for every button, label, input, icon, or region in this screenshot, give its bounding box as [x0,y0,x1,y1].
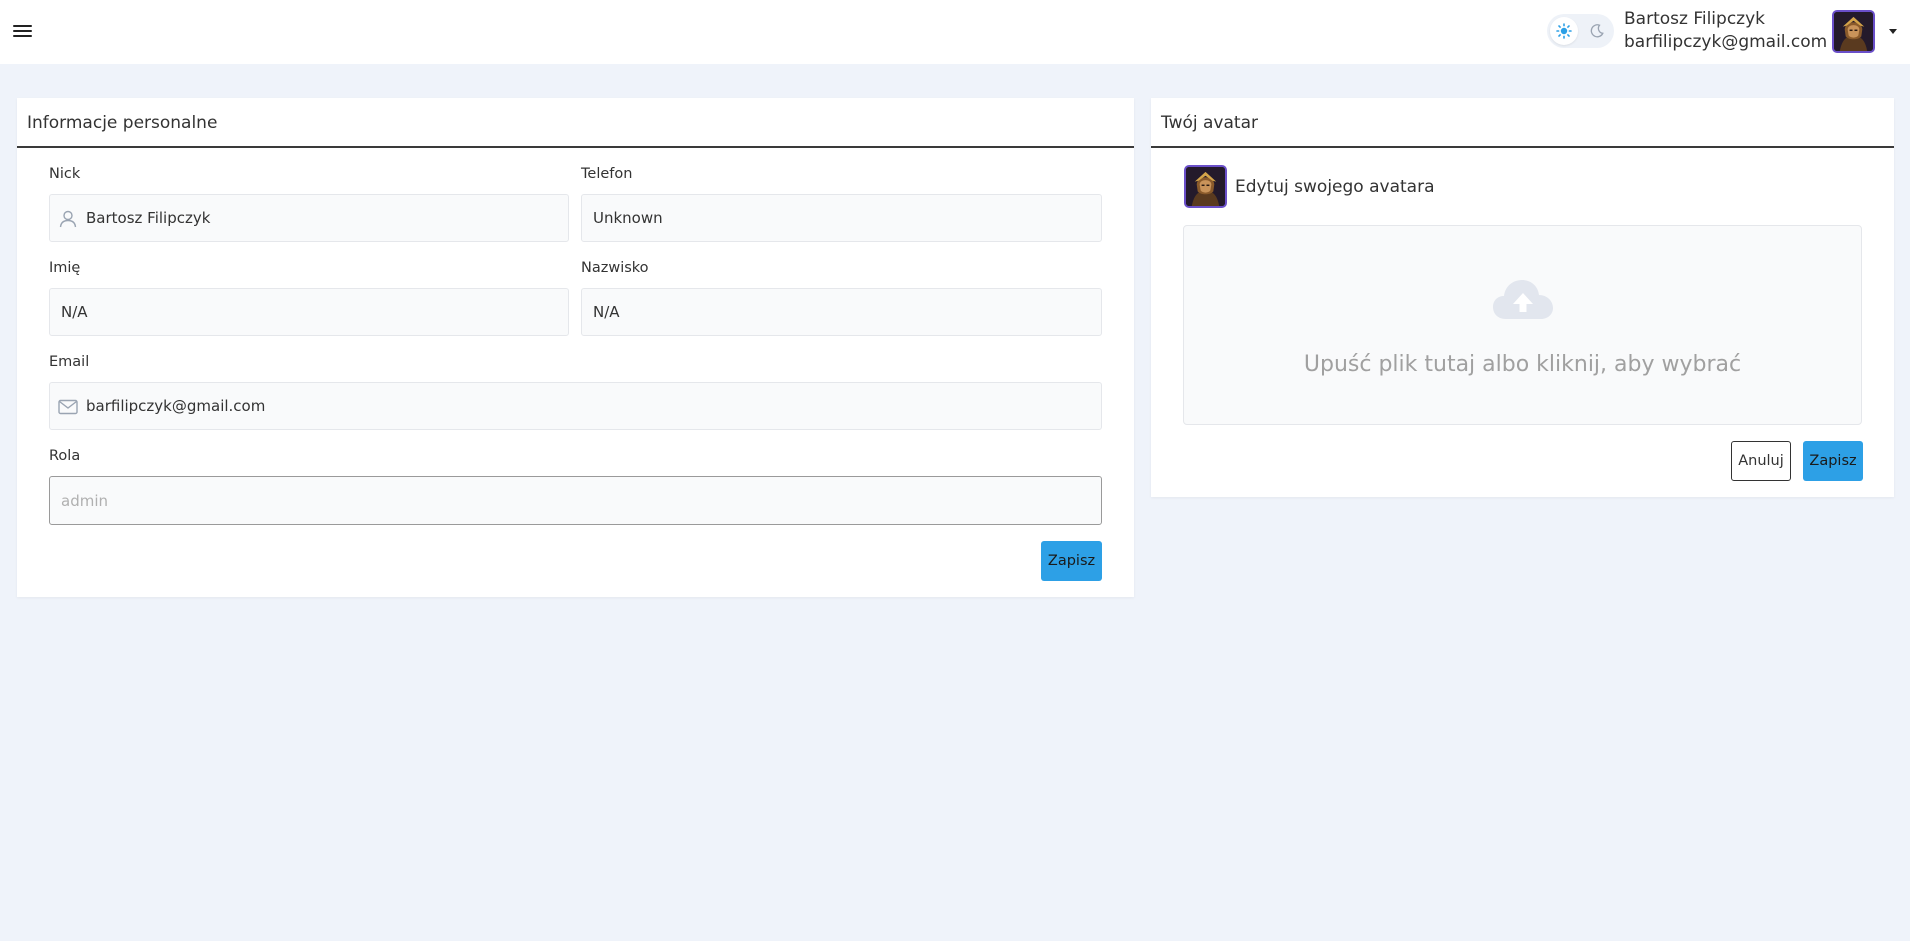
cloud-upload-icon [1493,280,1553,319]
nick-value: Bartosz Filipczyk [86,209,211,227]
envelope-icon [58,399,78,415]
first-name-value: N/A [61,303,88,321]
last-name-field[interactable]: N/A [581,288,1102,336]
avatar-dropzone[interactable]: Upuść plik tutaj albo kliknij, aby wybra… [1183,225,1862,425]
phone-value: Unknown [593,209,663,227]
email-label: Email [49,354,90,370]
avatar-card-header: Twój avatar [1151,98,1894,148]
sun-icon[interactable] [1550,17,1578,45]
nick-field[interactable]: Bartosz Filipczyk [49,194,569,242]
caret-down-icon[interactable] [1889,29,1897,34]
avatar-preview [1184,165,1227,208]
user-email: barfilipczyk@gmail.com [1624,32,1828,52]
email-field[interactable]: barfilipczyk@gmail.com [49,382,1102,430]
user-name: Bartosz Filipczyk [1624,9,1765,29]
personal-info-header: Informacje personalne [17,98,1134,148]
dropzone-text: Upuść plik tutaj albo kliknij, aby wybra… [1303,352,1742,377]
nick-label: Nick [49,166,81,182]
last-name-value: N/A [593,303,620,321]
personal-info-title: Informacje personalne [27,113,218,133]
user-icon [59,210,77,228]
role-label: Rola [49,448,81,464]
moon-icon[interactable] [1583,17,1611,45]
personal-info-card: Informacje personalne Nick Bartosz Filip… [17,98,1134,597]
save-avatar-button[interactable]: Zapisz [1803,441,1863,481]
theme-toggle[interactable] [1547,14,1614,48]
role-input[interactable] [49,476,1102,525]
cancel-button[interactable]: Anuluj [1731,441,1791,481]
hamburger-menu-icon[interactable] [12,23,34,39]
avatar-card-title: Twój avatar [1161,113,1258,133]
edit-avatar-label: Edytuj swojego avatara [1235,177,1435,197]
phone-field[interactable]: Unknown [581,194,1102,242]
user-avatar[interactable] [1832,10,1875,53]
last-name-label: Nazwisko [581,260,649,276]
email-value: barfilipczyk@gmail.com [86,397,266,415]
save-personal-info-button[interactable]: Zapisz [1041,541,1102,581]
first-name-field[interactable]: N/A [49,288,569,336]
phone-label: Telefon [581,166,633,182]
first-name-label: Imię [49,260,81,276]
top-bar: Bartosz Filipczyk barfilipczyk@gmail.com [0,0,1910,64]
